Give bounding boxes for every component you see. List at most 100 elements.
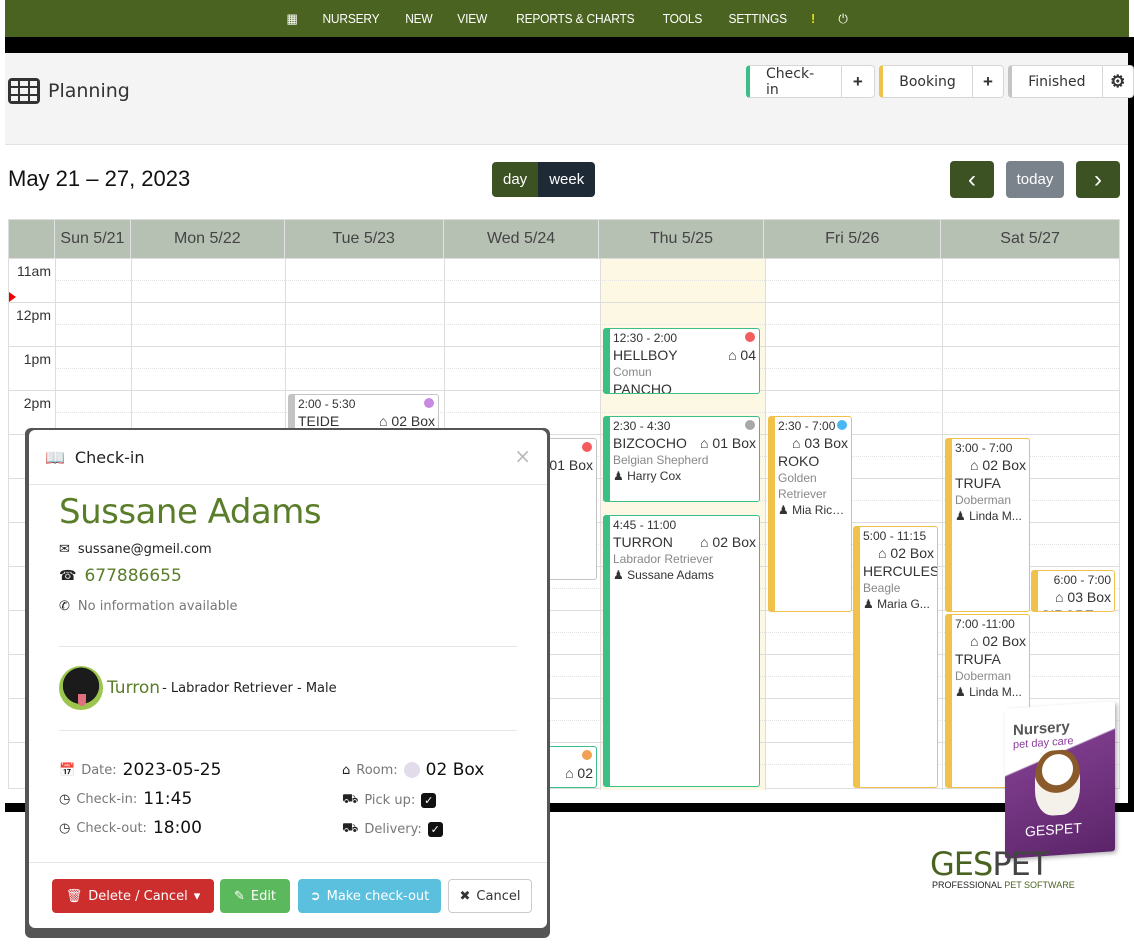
close-button[interactable]: × <box>514 444 531 468</box>
event-room: ⌂ 02 Box <box>970 633 1026 649</box>
hour-row <box>9 258 1119 259</box>
event-card[interactable]: 2:30 - 7:00 ⌂ 03 Box ROKO Golden Retriev… <box>768 416 852 612</box>
cancel-button[interactable]: ✖ Cancel <box>448 879 532 913</box>
column-divider <box>600 258 601 790</box>
divider <box>59 730 517 731</box>
frame-edge <box>1128 37 1134 812</box>
date-row: 📅 Date: 2023-05-25 <box>59 760 222 780</box>
status-dot <box>582 442 592 452</box>
hour-row <box>9 346 1119 347</box>
event-time: 7:00 -11:00 <box>955 617 1015 631</box>
user-icon: ♟ <box>955 685 966 699</box>
event-breed: Beagle <box>863 581 901 595</box>
event-room: ⌂ 02 Box <box>970 457 1026 473</box>
event-card[interactable]: 4:45 - 11:00 TURRON ⌂ 02 Box Labrador Ret… <box>603 515 760 787</box>
nav-view[interactable]: VIEW <box>447 11 497 26</box>
pet-avatar <box>59 666 103 710</box>
user-icon: ♟ <box>955 509 966 523</box>
home-icon: ⌂ <box>792 435 801 451</box>
client-whatsapp: ✆ No information available <box>59 599 238 614</box>
pet-description: - Labrador Retriever - Male <box>162 680 337 696</box>
page-title-text: Planning <box>48 80 130 102</box>
event-owner: ♟ Sussane Adams <box>613 568 714 582</box>
status-dot <box>837 420 847 430</box>
pickup-checkbox[interactable]: ✓ <box>421 793 437 808</box>
add-checkin-button[interactable]: + <box>842 66 875 97</box>
finished-filter-button[interactable]: Finished <box>1012 66 1103 97</box>
whatsapp-icon: ✆ <box>59 599 70 614</box>
modal-footer: 🗑 Delete / Cancel ▾ ✎ Edit ➲ Make check-… <box>29 862 547 928</box>
event-card[interactable]: 5:00 - 11:15 ⌂ 02 Box HERCULES Beagle ♟ … <box>853 526 938 788</box>
add-booking-button[interactable]: + <box>973 66 1003 97</box>
home-icon: ⌂ <box>379 413 388 429</box>
event-extra: PANCHO <box>613 381 672 394</box>
caret-down-icon: ▾ <box>193 888 201 904</box>
event-pet-name: TURRON <box>613 534 673 550</box>
room-color-dot <box>403 762 420 778</box>
week-view-button[interactable]: week <box>538 162 596 197</box>
nav-settings[interactable]: SETTINGS <box>718 11 797 26</box>
calendar-icon: 📅 <box>59 762 76 778</box>
prev-week-button[interactable]: ‹ <box>950 161 994 198</box>
page-title: Planning <box>8 78 130 104</box>
day-header[interactable]: Tue 5/23 <box>285 220 444 258</box>
booking-group: Booking + <box>879 65 1005 98</box>
pet-name[interactable]: Turron <box>107 678 160 698</box>
checkin-row: ◷ Check-in: 11:45 <box>59 789 193 809</box>
nav-tools[interactable]: TOOLS <box>653 11 713 26</box>
settings-button[interactable]: ⚙ <box>1103 66 1133 97</box>
today-button[interactable]: today <box>1006 161 1064 198</box>
delete-cancel-dropdown-button[interactable]: 🗑 Delete / Cancel ▾ <box>52 879 214 913</box>
table-icon <box>8 78 40 104</box>
frame-bar <box>5 37 1129 53</box>
nav-nursery[interactable]: NURSERY <box>313 11 390 26</box>
checkout-value: 18:00 <box>152 818 202 838</box>
checkin-filter-button[interactable]: Check-in <box>750 66 842 97</box>
event-card[interactable]: 3:00 - 7:00 ⌂ 02 Box TRUFA Doberman ♟ Li… <box>945 438 1030 612</box>
hour-row <box>9 390 1119 391</box>
next-week-button[interactable]: › <box>1076 161 1120 198</box>
event-owner: ♟ Mia Rich... <box>778 503 848 517</box>
pickup-row: ⛟ Pick up: ✓ <box>342 792 437 809</box>
gespet-branding: Nursery pet day care GESPET GESPET PROFE… <box>930 701 1130 895</box>
event-time: 4:45 - 11:00 <box>613 518 677 532</box>
checkin-group: Check-in + <box>746 65 876 98</box>
nav-reports-charts[interactable]: REPORTS & CHARTS <box>506 11 644 26</box>
power-icon[interactable]: ⏻ <box>828 11 858 27</box>
day-view-button[interactable]: day <box>492 162 539 197</box>
event-card[interactable]: 2:30 - 4:30 BIZCOCHO ⌂ 01 Box Belgian She… <box>603 416 760 502</box>
user-icon: ♟ <box>613 568 624 582</box>
home-icon: ⌂ <box>728 347 737 363</box>
event-time: 3:00 - 7:00 <box>955 441 1013 455</box>
event-pet-name: TEIDE <box>298 413 340 429</box>
event-room: ⌂ 01 Box <box>700 435 756 451</box>
day-header[interactable]: Sun 5/21 <box>55 220 131 258</box>
day-header[interactable]: Wed 5/24 <box>444 220 600 258</box>
gespet-logo: GESPET <box>930 845 1049 883</box>
make-checkout-button[interactable]: ➲ Make check-out <box>298 879 441 913</box>
home-icon: ⌂ <box>970 457 979 473</box>
nav-new[interactable]: NEW <box>395 11 443 26</box>
event-card[interactable]: 6:00 - 7:00 ⌂ 03 Box SIROPE <box>1031 570 1115 612</box>
day-header[interactable]: Fri 5/26 <box>764 220 942 258</box>
event-owner: ♟ Harry Cox <box>613 469 682 483</box>
gear-icon: ⚙ <box>1110 71 1126 91</box>
event-card[interactable]: 12:30 - 2:00 HELLBOY ⌂ 04 Comun PANCHO <box>603 328 760 394</box>
status-dot <box>424 398 434 408</box>
edit-button[interactable]: ✎ Edit <box>220 879 290 913</box>
day-header[interactable]: Mon 5/22 <box>131 220 285 258</box>
event-breed: Golden Retriever <box>778 471 827 501</box>
hour-label: 1pm <box>23 351 51 367</box>
event-time: 6:00 - 7:00 <box>1053 573 1111 587</box>
phone-icon: ☎ <box>59 568 77 584</box>
event-time: 2:30 - 4:30 <box>613 419 671 433</box>
day-header[interactable]: Thu 5/25 <box>599 220 765 258</box>
delivery-checkbox[interactable]: ✓ <box>427 822 443 837</box>
day-header[interactable]: Sat 5/27 <box>941 220 1119 258</box>
apps-grid-icon[interactable]: ▦ <box>277 11 308 27</box>
booking-filter-button[interactable]: Booking <box>883 66 973 97</box>
pet-info: Turron - Labrador Retriever - Male <box>59 666 337 710</box>
alert-icon[interactable]: ! <box>801 11 825 26</box>
home-icon: ⌂ <box>342 762 351 778</box>
event-room: ⌂ 02 Box <box>878 545 934 561</box>
